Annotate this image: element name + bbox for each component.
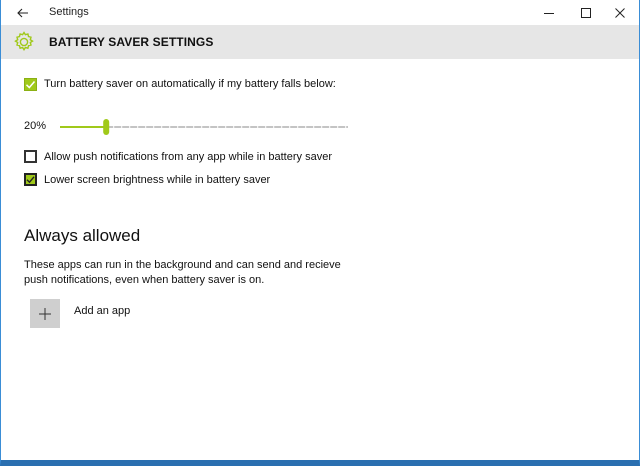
lower-brightness-label: Lower screen brightness while in battery…: [44, 174, 271, 186]
always-allowed-heading: Always allowed: [24, 226, 141, 245]
push-notifications-label: Allow push notifications from any app wh…: [44, 151, 332, 163]
auto-on-checkbox[interactable]: [24, 78, 37, 91]
always-allowed-description: These apps can run in the background and…: [24, 259, 341, 286]
auto-on-label: Turn battery saver on automatically if m…: [44, 78, 336, 90]
add-app-button[interactable]: [30, 299, 60, 328]
threshold-slider[interactable]: [60, 119, 348, 135]
push-notifications-checkbox[interactable]: [24, 150, 37, 163]
checkmark-icon: [26, 176, 35, 184]
page-title: BATTERY SAVER SETTINGS: [49, 35, 214, 49]
add-app-label[interactable]: Add an app: [74, 305, 130, 317]
close-icon: [615, 7, 625, 18]
checkmark-icon: [25, 81, 36, 89]
maximize-button[interactable]: [567, 0, 605, 25]
plus-icon: [39, 307, 51, 320]
slider-thumb[interactable]: [103, 119, 110, 135]
page-header: BATTERY SAVER SETTINGS: [1, 25, 639, 59]
threshold-value: 20%: [24, 120, 47, 132]
app-title: Settings: [49, 6, 89, 18]
gear-icon: [14, 31, 34, 52]
settings-window: Settings BATTERY SAVER SETTINGS Turn bat…: [0, 0, 640, 466]
lower-brightness-checkbox[interactable]: [24, 173, 37, 186]
title-bar: Settings: [1, 0, 639, 25]
minimize-button[interactable]: [530, 0, 568, 25]
back-button[interactable]: [9, 2, 37, 23]
maximize-icon: [581, 7, 591, 18]
close-button[interactable]: [601, 0, 639, 25]
minimize-icon: [544, 12, 554, 14]
arrow-left-icon: [17, 8, 28, 17]
